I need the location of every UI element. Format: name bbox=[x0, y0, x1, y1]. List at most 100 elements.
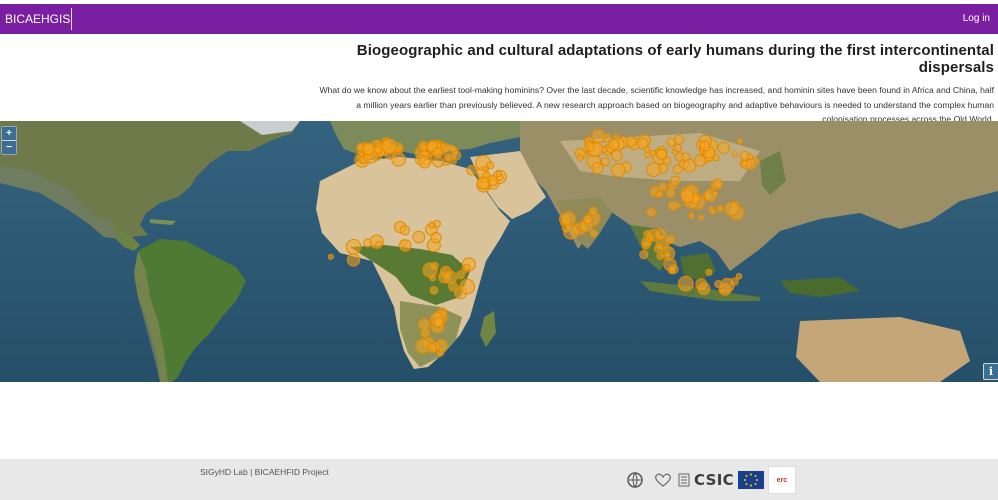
site-marker[interactable] bbox=[653, 243, 664, 254]
site-marker[interactable] bbox=[591, 128, 606, 144]
partner-logos: CSIC erc bbox=[626, 464, 796, 496]
zoom-out-button[interactable]: − bbox=[2, 140, 16, 154]
site-marker[interactable] bbox=[495, 170, 502, 178]
site-marker[interactable] bbox=[583, 214, 593, 225]
site-marker[interactable] bbox=[713, 178, 724, 189]
site-marker[interactable] bbox=[381, 138, 398, 155]
site-marker[interactable] bbox=[677, 275, 694, 292]
site-marker[interactable] bbox=[428, 221, 436, 229]
site-marker[interactable] bbox=[429, 285, 439, 295]
site-marker[interactable] bbox=[680, 189, 695, 204]
site-marker[interactable] bbox=[716, 204, 725, 213]
site-marker[interactable] bbox=[719, 287, 726, 294]
footer-credits: SIGyHD Lab | BICAEHFID Project bbox=[200, 467, 329, 477]
site-marker[interactable] bbox=[646, 162, 662, 177]
site-marker[interactable] bbox=[431, 147, 444, 159]
site-marker[interactable] bbox=[739, 151, 750, 161]
site-marker[interactable] bbox=[563, 223, 579, 240]
site-marker[interactable] bbox=[418, 155, 432, 169]
site-marker[interactable] bbox=[601, 157, 611, 167]
site-marker[interactable] bbox=[698, 214, 705, 221]
site-marker[interactable] bbox=[736, 138, 744, 145]
site-marker[interactable] bbox=[741, 159, 749, 168]
site-marker[interactable] bbox=[658, 182, 668, 192]
site-marker[interactable] bbox=[656, 252, 664, 261]
site-marker[interactable] bbox=[709, 208, 717, 215]
site-marker[interactable] bbox=[646, 207, 657, 218]
site-marker[interactable] bbox=[462, 263, 471, 272]
site-marker[interactable] bbox=[699, 140, 711, 152]
site-marker[interactable] bbox=[649, 149, 657, 157]
site-marker[interactable] bbox=[345, 239, 362, 255]
site-marker[interactable] bbox=[664, 251, 671, 259]
zoom-control: + − bbox=[1, 126, 17, 155]
site-marker[interactable] bbox=[327, 253, 334, 260]
site-marker[interactable] bbox=[419, 143, 428, 152]
site-marker[interactable] bbox=[667, 200, 679, 211]
site-marker[interactable] bbox=[466, 164, 477, 176]
site-marker[interactable] bbox=[482, 165, 489, 173]
site-marker[interactable] bbox=[735, 273, 743, 280]
site-marker[interactable] bbox=[346, 253, 361, 267]
site-marker[interactable] bbox=[731, 151, 738, 158]
site-marker[interactable] bbox=[422, 262, 438, 278]
site-marker[interactable] bbox=[674, 134, 684, 145]
site-marker[interactable] bbox=[682, 158, 697, 173]
eu-flag-icon bbox=[737, 471, 764, 489]
info-button[interactable]: i bbox=[983, 363, 998, 380]
site-marker[interactable] bbox=[654, 228, 667, 241]
site-marker[interactable] bbox=[588, 206, 598, 216]
page-header: Biogeographic and cultural adaptations o… bbox=[314, 42, 994, 127]
site-marker[interactable] bbox=[433, 317, 444, 328]
site-marker[interactable] bbox=[608, 138, 620, 151]
site-marker[interactable] bbox=[611, 149, 623, 162]
site-marker[interactable] bbox=[459, 278, 476, 295]
site-marker[interactable] bbox=[639, 250, 649, 260]
site-marker[interactable] bbox=[625, 136, 637, 147]
site-marker[interactable] bbox=[429, 274, 437, 282]
site-marker[interactable] bbox=[576, 154, 584, 162]
site-marker[interactable] bbox=[697, 281, 711, 296]
site-marker[interactable] bbox=[665, 188, 676, 198]
site-marker[interactable] bbox=[611, 163, 626, 178]
site-marker[interactable] bbox=[476, 176, 490, 190]
site-marker[interactable] bbox=[430, 232, 442, 244]
site-marker[interactable] bbox=[636, 137, 649, 150]
site-marker[interactable] bbox=[589, 229, 599, 238]
page-title: Biogeographic and cultural adaptations o… bbox=[356, 42, 994, 76]
site-marker[interactable] bbox=[443, 270, 458, 285]
zoom-in-button[interactable]: + bbox=[2, 127, 16, 140]
login-link[interactable]: Log in bbox=[963, 4, 990, 34]
site-marker[interactable] bbox=[656, 190, 664, 198]
site-marker[interactable] bbox=[399, 225, 410, 236]
site-marker[interactable] bbox=[427, 343, 438, 354]
site-marker[interactable] bbox=[591, 162, 604, 175]
csic-emblem-icon bbox=[678, 473, 690, 487]
site-marker[interactable] bbox=[705, 268, 713, 276]
site-marker[interactable] bbox=[712, 190, 719, 197]
site-marker[interactable] bbox=[412, 230, 426, 244]
site-marker[interactable] bbox=[420, 328, 431, 338]
erc-logo: erc bbox=[767, 466, 796, 494]
site-marker[interactable] bbox=[375, 241, 383, 249]
site-marker[interactable] bbox=[724, 201, 739, 216]
map-canvas[interactable] bbox=[0, 121, 998, 382]
site-marker[interactable] bbox=[670, 175, 681, 187]
globe-logo-icon bbox=[627, 472, 643, 488]
site-marker[interactable] bbox=[399, 239, 412, 252]
site-marker[interactable] bbox=[673, 143, 682, 153]
site-marker[interactable] bbox=[561, 211, 577, 227]
site-marker[interactable] bbox=[362, 142, 376, 156]
site-marker[interactable] bbox=[643, 230, 651, 238]
brand-link[interactable]: BICAEHGIS bbox=[5, 4, 70, 34]
site-marker[interactable] bbox=[717, 141, 730, 155]
site-marker[interactable] bbox=[584, 141, 595, 152]
site-marker[interactable] bbox=[668, 264, 679, 275]
site-marker[interactable] bbox=[451, 150, 462, 161]
world-map[interactable] bbox=[0, 121, 998, 382]
site-marker[interactable] bbox=[363, 238, 373, 248]
heart-logo-icon bbox=[655, 473, 671, 487]
site-marker[interactable] bbox=[687, 212, 695, 220]
site-marker[interactable] bbox=[656, 148, 668, 161]
description-line: a million years earlier than previously … bbox=[356, 99, 994, 110]
